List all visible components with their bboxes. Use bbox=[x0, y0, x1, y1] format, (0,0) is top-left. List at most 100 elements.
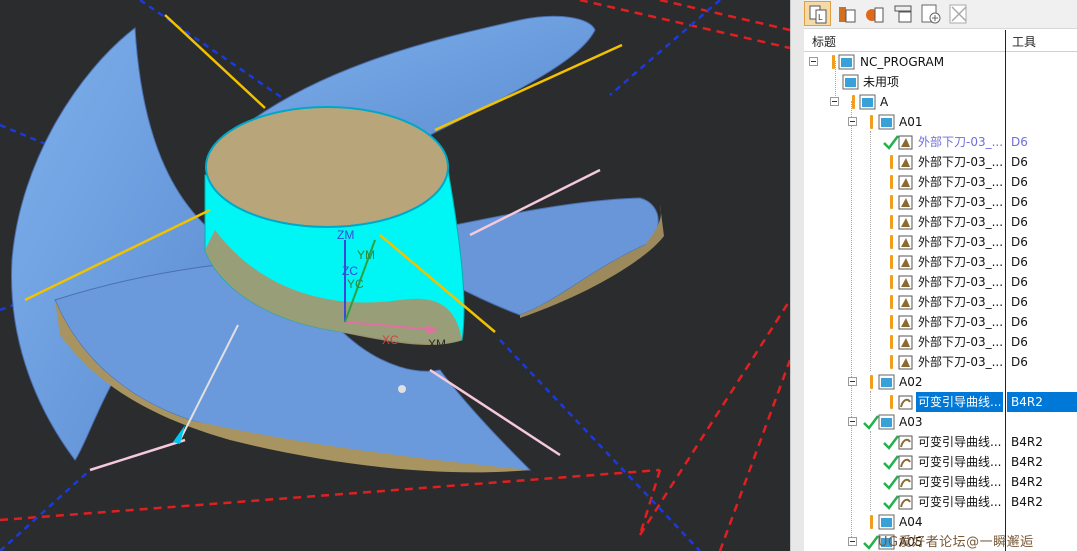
tool-cell: B4R2 bbox=[1007, 392, 1077, 412]
tree-row-operation[interactable]: 可变引导曲线... B4R2 bbox=[804, 432, 1077, 452]
operation-icon bbox=[898, 295, 913, 310]
tree-node-label: 外部下刀-03_... bbox=[918, 255, 1004, 269]
operation-icon bbox=[898, 255, 913, 270]
machining-method-view-icon[interactable] bbox=[889, 1, 916, 26]
program-folder-icon bbox=[878, 414, 895, 430]
tool-cell: B4R2 bbox=[1011, 455, 1043, 469]
tree-row-operation[interactable]: 外部下刀-03_... D6 bbox=[804, 292, 1077, 312]
collapse-icon[interactable] bbox=[848, 377, 857, 386]
program-folder-icon bbox=[878, 514, 895, 530]
program-folder-icon bbox=[838, 54, 855, 70]
tree-node-label: 外部下刀-03_... bbox=[918, 315, 1004, 329]
tree-row-operation[interactable]: 外部下刀-03_... D6 bbox=[804, 352, 1077, 372]
tool-cell: B4R2 bbox=[1011, 495, 1043, 509]
operation-icon bbox=[898, 275, 913, 290]
tree-node-label: 外部下刀-03_... bbox=[918, 215, 1004, 229]
tree-row-operation[interactable]: 外部下刀-03_... D6 bbox=[804, 312, 1077, 332]
tool-cell: D6 bbox=[1011, 215, 1028, 229]
column-header-name[interactable]: 标题 bbox=[812, 33, 836, 50]
tool-cell: D6 bbox=[1011, 255, 1028, 269]
tree-node-label: 外部下刀-03_... bbox=[918, 195, 1004, 209]
tree-row-operation[interactable]: 外部下刀-03_... D6 bbox=[804, 332, 1077, 352]
tree-row-operation[interactable]: 外部下刀-03_... D6 bbox=[804, 212, 1077, 232]
warning-icon bbox=[890, 235, 893, 249]
program-order-view-icon[interactable]: L bbox=[804, 1, 831, 26]
warning-icon bbox=[890, 175, 893, 189]
tree-node-label: 未用项 bbox=[863, 75, 900, 89]
tree-node-label: A01 bbox=[899, 115, 923, 129]
tree-row-group-a04[interactable]: A04 bbox=[804, 512, 1077, 532]
add-column-icon[interactable] bbox=[917, 1, 944, 26]
expand-icon[interactable] bbox=[848, 537, 857, 546]
tree-row-operation[interactable]: 可变引导曲线... B4R2 bbox=[804, 472, 1077, 492]
collapse-icon[interactable] bbox=[830, 97, 839, 106]
variable-contour-icon bbox=[898, 455, 913, 470]
tree-node-label: 可变引导曲线... bbox=[916, 392, 1004, 412]
collapse-icon[interactable] bbox=[848, 117, 857, 126]
warning-icon bbox=[890, 295, 893, 309]
part-model-view[interactable]: ZM YM ZC YC XC XM bbox=[0, 0, 790, 551]
unused-folder-icon bbox=[842, 74, 859, 90]
tree-row-operation[interactable]: 外部下刀-03_... D6 bbox=[804, 272, 1077, 292]
panel-splitter[interactable] bbox=[790, 0, 805, 551]
warning-icon bbox=[890, 395, 893, 409]
operation-icon bbox=[898, 135, 913, 150]
tool-cell: D6 bbox=[1011, 295, 1028, 309]
tree-row-unused-items[interactable]: 未用项 bbox=[804, 72, 1077, 92]
tree-row-operation[interactable]: 外部下刀-03_... D6 bbox=[804, 172, 1077, 192]
xm-axis-label: XM bbox=[428, 337, 446, 351]
delete-icon[interactable] bbox=[945, 1, 972, 26]
warning-icon bbox=[852, 95, 855, 109]
warning-icon bbox=[890, 155, 893, 169]
machine-tool-view-icon[interactable] bbox=[833, 1, 860, 26]
tree-row-operation[interactable]: 外部下刀-03_... D6 bbox=[804, 152, 1077, 172]
geometry-view-icon[interactable] bbox=[861, 1, 888, 26]
tree-node-label: 外部下刀-03_... bbox=[918, 275, 1004, 289]
program-folder-icon bbox=[878, 374, 895, 390]
zc-axis-label: ZC bbox=[342, 264, 358, 278]
tree-node-label: 外部下刀-03_... bbox=[918, 235, 1004, 249]
operation-icon bbox=[898, 335, 913, 350]
column-divider[interactable] bbox=[1005, 30, 1006, 551]
collapse-icon[interactable] bbox=[848, 417, 857, 426]
graphics-viewport[interactable]: ZM YM ZC YC XC XM bbox=[0, 0, 790, 551]
collapse-icon[interactable] bbox=[809, 57, 818, 66]
tree-row-operation[interactable]: 外部下刀-03_... D6 bbox=[804, 132, 1077, 152]
tree-row-operation[interactable]: 可变引导曲线... B4R2 bbox=[804, 492, 1077, 512]
operation-icon bbox=[898, 195, 913, 210]
variable-contour-icon bbox=[898, 435, 913, 450]
tree-row-operation[interactable]: 外部下刀-03_... D6 bbox=[804, 192, 1077, 212]
tree-node-label: 外部下刀-03_... bbox=[918, 175, 1004, 189]
tree-row-operation[interactable]: 可变引导曲线... B4R2 bbox=[804, 452, 1077, 472]
tree-row-nc-program[interactable]: NC_PROGRAM bbox=[804, 52, 1077, 72]
tree-row-group-a[interactable]: A bbox=[804, 92, 1077, 112]
tree-row-operation[interactable]: 外部下刀-03_... D6 bbox=[804, 232, 1077, 252]
warning-icon bbox=[890, 315, 893, 329]
program-folder-icon bbox=[859, 94, 876, 110]
tree-row-group-a02[interactable]: A02 bbox=[804, 372, 1077, 392]
warning-icon bbox=[890, 355, 893, 369]
tool-cell: B4R2 bbox=[1011, 475, 1043, 489]
warning-icon bbox=[870, 515, 873, 529]
operation-icon bbox=[898, 175, 913, 190]
tree-row-group-a03[interactable]: A03 bbox=[804, 412, 1077, 432]
tool-cell: D6 bbox=[1011, 155, 1028, 169]
tree-row-operation[interactable]: 外部下刀-03_... D6 bbox=[804, 252, 1077, 272]
warning-icon bbox=[890, 255, 893, 269]
tool-cell: D6 bbox=[1011, 195, 1028, 209]
svg-text:L: L bbox=[818, 13, 823, 22]
operation-icon bbox=[898, 155, 913, 170]
tree-row-operation-selected[interactable]: 可变引导曲线... B4R2 bbox=[804, 392, 1077, 412]
tree-node-label: 外部下刀-03_... bbox=[918, 355, 1004, 369]
tree-node-label: A bbox=[880, 95, 889, 109]
tree-row-group-a01[interactable]: A01 bbox=[804, 112, 1077, 132]
tree-node-label: 外部下刀-03_... bbox=[918, 295, 1004, 309]
navigator-toolbar: L bbox=[804, 0, 1077, 29]
column-header-tool[interactable]: 工具 bbox=[1012, 33, 1036, 50]
tree-node-label: A02 bbox=[899, 375, 923, 389]
operation-icon bbox=[898, 235, 913, 250]
variable-contour-icon bbox=[898, 475, 913, 490]
tree-node-label: 外部下刀-03_... bbox=[918, 335, 1004, 349]
tool-cell: D6 bbox=[1011, 355, 1028, 369]
tree-node-label: A03 bbox=[899, 415, 923, 429]
